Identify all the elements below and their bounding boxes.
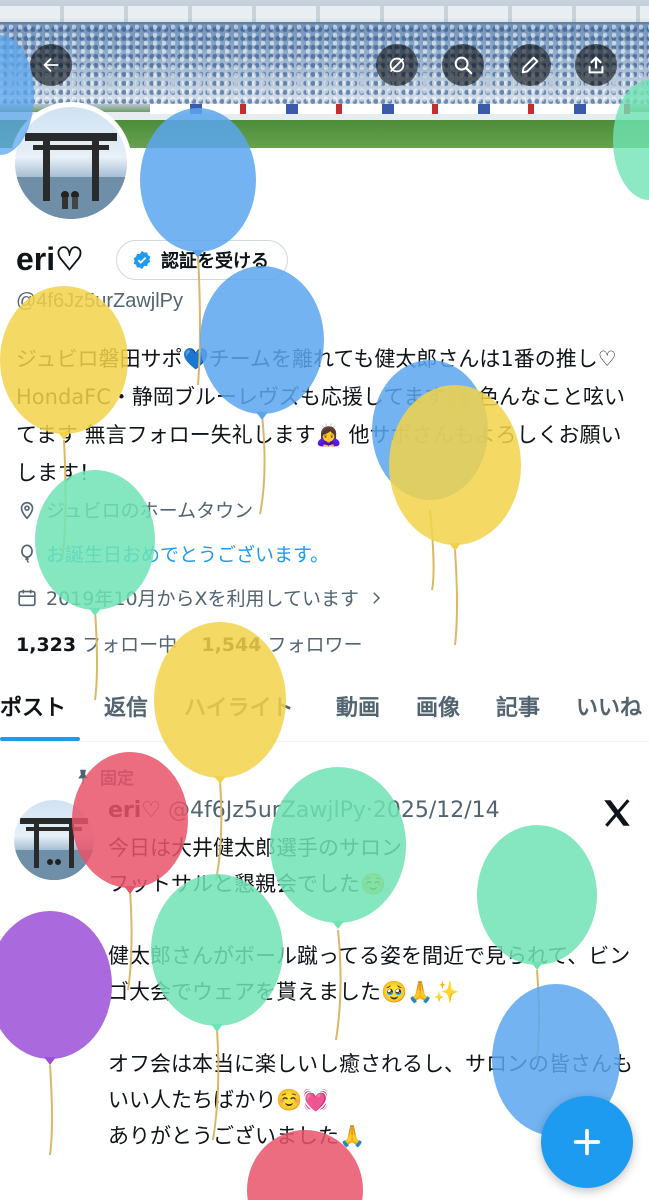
balloon-icon — [0, 911, 112, 1156]
share-button[interactable] — [575, 44, 617, 86]
post-author-name[interactable]: eri♡ — [108, 798, 161, 823]
search-icon — [454, 56, 473, 75]
profile-joined[interactable]: 2019年10月からXを利用しています — [16, 584, 385, 611]
edit-button[interactable] — [509, 44, 551, 86]
profile-birthday: お誕生日おめでとうございます。 — [16, 540, 329, 567]
mute-icon — [389, 57, 405, 73]
tab-likes[interactable]: いいね — [576, 690, 642, 722]
location-text: ジュビロのホームタウン — [46, 500, 254, 522]
profile-tabs: ポスト 返信 ハイライト 動画 画像 記事 いいね — [0, 682, 649, 742]
post-author-handle[interactable]: @4f6Jz5urZawjlPy — [168, 798, 366, 823]
pitch-side-boards — [150, 104, 630, 114]
verified-badge-icon — [133, 250, 151, 270]
arrow-left-icon — [43, 57, 59, 73]
follow-stats: 1,323 フォロー中 1,544 フォロワー — [16, 630, 363, 657]
search-button[interactable] — [442, 44, 484, 86]
avatar-image — [15, 107, 127, 219]
get-verified-label: 認証を受ける — [161, 251, 269, 272]
birthday-text[interactable]: お誕生日おめでとうございます。 — [46, 540, 329, 567]
profile-bio: ジュビロ磐田サポ💙チームを離れても健太郎さんは1番の推し♡ HondaFC・静岡… — [16, 347, 626, 485]
followers-link[interactable]: 1,544 フォロワー — [201, 634, 362, 656]
x-logo-icon — [604, 799, 630, 827]
tab-images[interactable]: 画像 — [416, 690, 460, 722]
tab-highlights[interactable]: ハイライト — [184, 690, 294, 722]
joined-text: 2019年10月からXを利用しています — [46, 588, 359, 610]
edit-icon — [521, 56, 539, 74]
mute-button[interactable] — [376, 44, 418, 86]
post-date[interactable]: 2025/12/14 — [373, 798, 500, 823]
following-label: フォロー中 — [82, 634, 178, 656]
tab-posts[interactable]: ポスト — [0, 690, 66, 722]
get-verified-button[interactable]: 認証を受ける — [116, 240, 288, 280]
following-count: 1,323 — [16, 634, 77, 656]
chevron-right-icon — [373, 591, 381, 604]
post-header: eri♡ @4f6Jz5urZawjlPy·2025/12/14 — [108, 798, 500, 823]
stadium-crowd — [0, 24, 649, 104]
profile-handle: @4f6Jz5urZawjlPy — [16, 290, 184, 312]
calendar-icon — [18, 589, 36, 606]
followers-count: 1,544 — [201, 634, 262, 656]
compose-button[interactable] — [541, 1096, 633, 1188]
back-button[interactable] — [30, 44, 72, 86]
balloon-icon — [21, 543, 33, 563]
pinned-indicator: 固定 — [74, 764, 134, 789]
share-icon — [588, 56, 604, 74]
tab-replies[interactable]: 返信 — [104, 690, 148, 722]
profile-display-name: eri♡ — [16, 241, 84, 277]
post-separator: · — [365, 798, 373, 823]
tab-articles[interactable]: 記事 — [496, 690, 540, 722]
post-avatar[interactable] — [14, 800, 94, 880]
tab-videos[interactable]: 動画 — [336, 690, 380, 722]
location-pin-icon — [20, 501, 34, 519]
followers-label: フォロワー — [267, 634, 363, 656]
following-link[interactable]: 1,323 フォロー中 — [16, 634, 177, 656]
profile-location: ジュビロのホームタウン — [16, 496, 253, 523]
pinned-label: 固定 — [100, 769, 134, 789]
active-tab-indicator — [0, 737, 80, 741]
plus-icon — [573, 1128, 601, 1156]
stadium-ad-boards — [0, 6, 649, 22]
pin-icon — [78, 769, 88, 784]
profile-avatar[interactable] — [10, 102, 132, 224]
